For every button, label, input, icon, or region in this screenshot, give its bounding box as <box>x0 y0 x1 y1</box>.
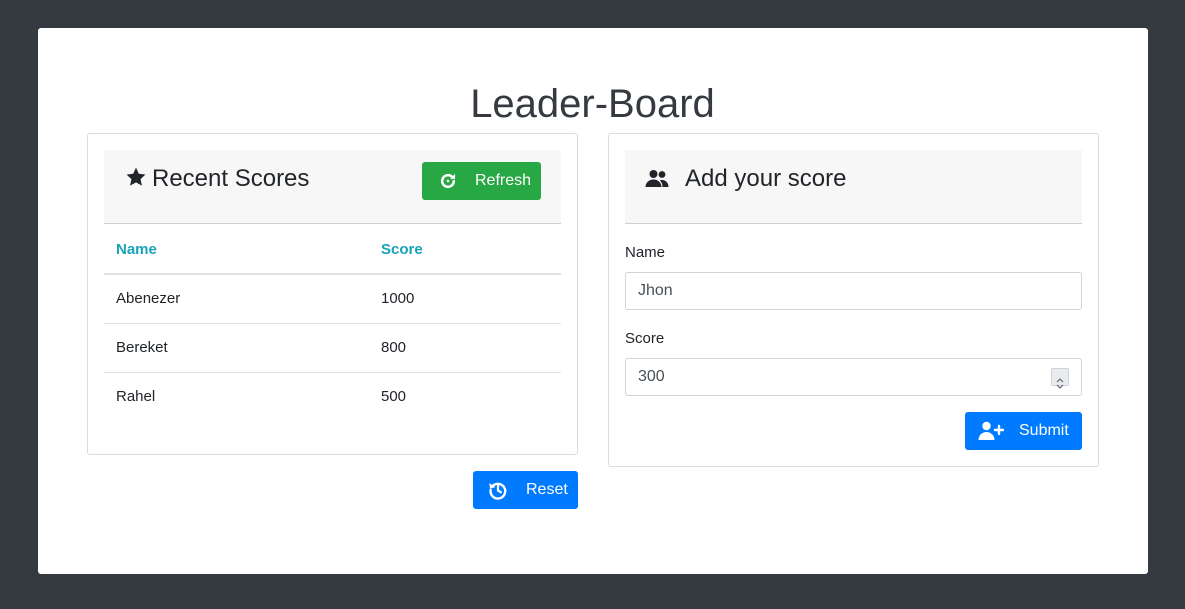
player-score: 1000 <box>369 274 561 324</box>
player-name: Rahel <box>116 388 156 406</box>
player-score: 800 <box>369 323 561 373</box>
number-spinner[interactable] <box>1051 368 1069 389</box>
name-label: Name <box>625 244 666 261</box>
scores-table: Name Score Abenezer 1000 Bereket 800 Rah… <box>104 225 561 421</box>
users-icon <box>645 170 669 187</box>
refresh-button[interactable]: Refresh <box>422 162 541 200</box>
player-name: Bereket <box>104 323 369 373</box>
reset-label: Reset <box>526 481 568 498</box>
player-name: Abenezer <box>104 274 369 324</box>
spinner-arrows-icon <box>1056 378 1064 389</box>
refresh-icon <box>440 173 456 189</box>
page-title: Leader-Board <box>470 82 715 126</box>
column-header-score: Score <box>369 225 561 275</box>
user-plus-icon <box>978 421 1004 440</box>
submit-label: Submit <box>1019 422 1069 439</box>
star-icon <box>126 167 146 186</box>
table-row: Abenezer 1000 <box>104 274 561 324</box>
table-row: Bereket 800 <box>104 323 561 373</box>
submit-button[interactable]: Submit <box>965 412 1082 450</box>
table-row: Rahel 500 <box>104 372 561 421</box>
add-score-title: Add your score <box>685 165 847 192</box>
score-value: 300 <box>638 368 665 385</box>
table-header-row: Name Score <box>104 225 561 275</box>
recent-scores-panel: Recent Scores Refresh Name Score Abeneze… <box>87 133 578 455</box>
column-header-name: Name <box>104 225 369 275</box>
recent-scores-header: Recent Scores Refresh <box>104 150 561 224</box>
score-label: Score <box>625 330 665 347</box>
name-input[interactable] <box>625 272 1082 310</box>
add-score-header: Add your score <box>625 150 1082 224</box>
reset-button[interactable]: Reset <box>473 471 578 509</box>
history-icon <box>489 482 507 500</box>
add-score-panel: Add your score Name Score 300 Submit <box>608 133 1099 467</box>
score-input[interactable]: 300 <box>625 358 1082 396</box>
player-score: 500 <box>381 388 407 406</box>
refresh-label: Refresh <box>475 172 532 189</box>
recent-scores-title: Recent Scores <box>152 165 310 192</box>
